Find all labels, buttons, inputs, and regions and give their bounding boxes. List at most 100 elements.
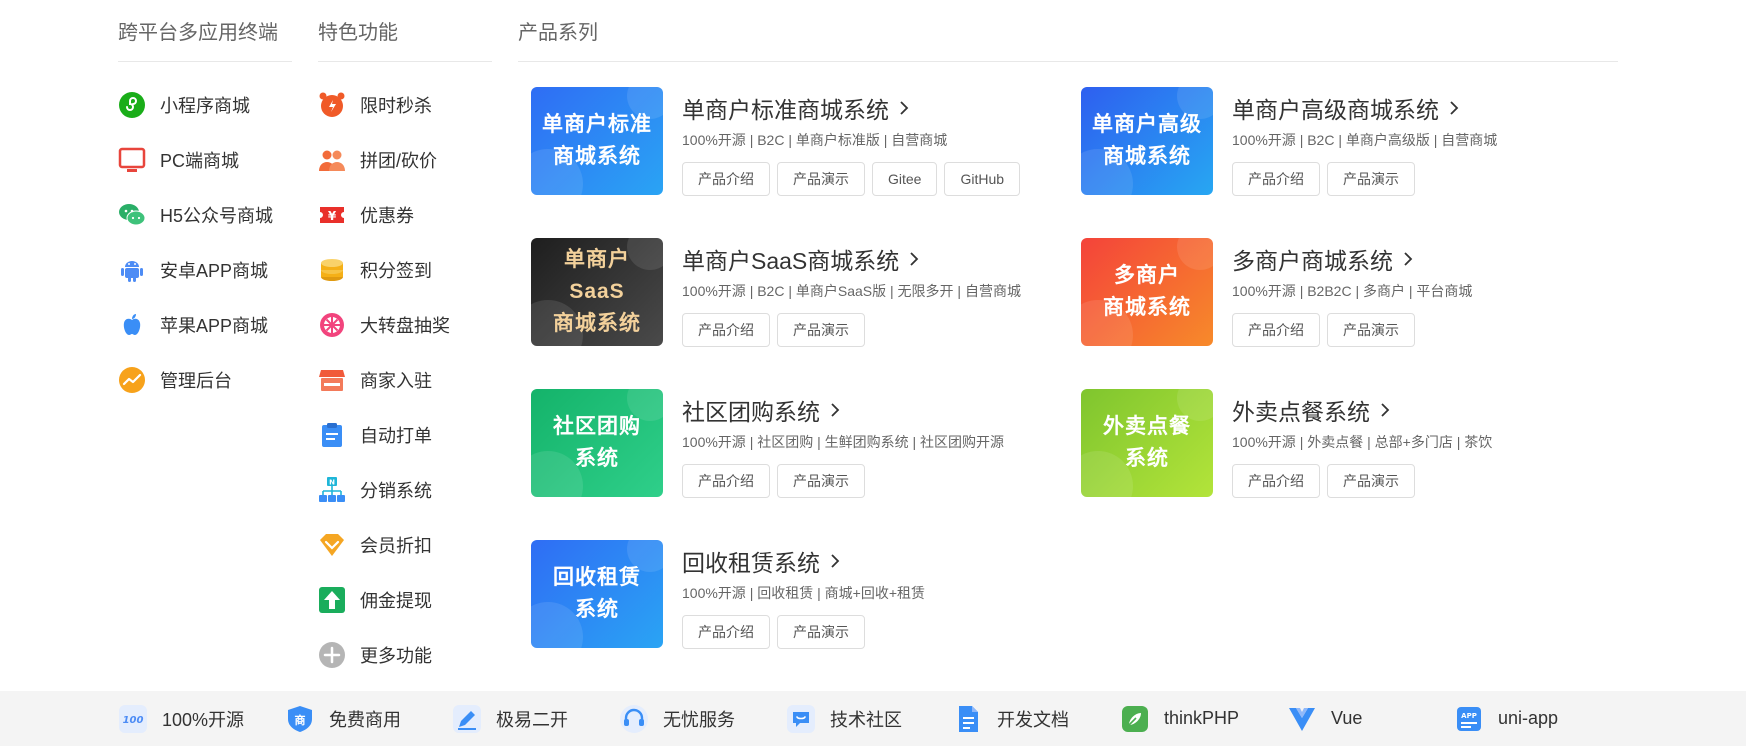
product-card-recycle-rental: 回收租赁 系统 回收租赁系统 100%开源 | 回收租赁 | 商城+回收+租赁 产… (518, 540, 1058, 650)
product-intro-button[interactable]: 产品介绍 (682, 615, 770, 649)
footer-item-vue[interactable]: Vue (1287, 691, 1362, 746)
product-title-link[interactable]: 单商户标准商城系统 (682, 93, 1027, 123)
footer-item-thinkphp[interactable]: thinkPHP (1120, 691, 1239, 746)
product-thumb[interactable]: 单商户标准 商城系统 (531, 87, 663, 195)
product-title: 多商户商城系统 (1232, 248, 1393, 274)
product-thumb[interactable]: 回收租赁 系统 (531, 540, 663, 648)
feature-item-withdraw[interactable]: 佣金提现 (318, 572, 492, 627)
product-desc: 100%开源 | B2B2C | 多商户 | 平台商城 (1232, 283, 1473, 299)
platform-item-h5[interactable]: H5公众号商城 (118, 187, 292, 242)
feature-item-points[interactable]: 积分签到 (318, 242, 492, 297)
platform-label: 管理后台 (160, 370, 232, 391)
product-demo-button[interactable]: 产品演示 (1327, 162, 1415, 196)
footer-item-community[interactable]: 技术社区 (786, 691, 902, 746)
product-demo-button[interactable]: 产品演示 (1327, 464, 1415, 498)
plus-circle-icon (318, 641, 346, 669)
dashboard-icon (118, 366, 146, 394)
product-thumb[interactable]: 多商户 商城系统 (1081, 238, 1213, 346)
platform-item-android[interactable]: 安卓APP商城 (118, 242, 292, 297)
footer-item-open-source[interactable]: 100 100%开源 (118, 691, 244, 746)
product-title: 单商户高级商城系统 (1232, 97, 1439, 123)
mini-program-icon (118, 91, 146, 119)
product-demo-button[interactable]: 产品演示 (777, 615, 865, 649)
feature-item-member-discount[interactable]: 会员折扣 (318, 517, 492, 572)
platform-item-pc[interactable]: PC端商城 (118, 132, 292, 187)
thumb-line: 单商户SaaS (564, 248, 630, 303)
footer-label: 极易二开 (496, 709, 568, 730)
gitee-button[interactable]: Gitee (872, 162, 938, 196)
footer-label: 技术社区 (830, 709, 902, 730)
product-card-takeout: 外卖点餐 系统 外卖点餐系统 100%开源 | 外卖点餐 | 总部+多门店 | 茶… (1068, 389, 1608, 499)
product-card-saas: 单商户SaaS 商城系统 单商户SaaS商城系统 100%开源 | B2C | 单… (518, 238, 1058, 348)
product-intro-button[interactable]: 产品介绍 (682, 313, 770, 347)
footer-item-uni-app[interactable]: APP uni-app (1454, 691, 1558, 746)
chat-icon (786, 704, 816, 734)
product-title-link[interactable]: 多商户商城系统 (1232, 244, 1472, 274)
product-desc: 100%开源 | B2C | 单商户SaaS版 | 无限多开 | 自营商城 (682, 283, 1021, 299)
platforms-heading: 跨平台多应用终端 (118, 0, 292, 62)
platform-item-admin[interactable]: 管理后台 (118, 352, 292, 407)
feature-item-group-buy[interactable]: 拼团/砍价 (318, 132, 492, 187)
feature-label: 拼团/砍价 (360, 150, 438, 171)
product-title-link[interactable]: 回收租赁系统 (682, 546, 925, 576)
svg-text:商: 商 (295, 713, 306, 727)
monitor-icon (118, 146, 146, 174)
feature-item-coupon[interactable]: ¥ 优惠券 (318, 187, 492, 242)
chevron-right-icon (831, 403, 840, 417)
chevron-right-icon (831, 554, 840, 568)
network-icon: N (318, 476, 346, 504)
product-thumb[interactable]: 单商户SaaS 商城系统 (531, 238, 663, 346)
product-intro-button[interactable]: 产品介绍 (1232, 313, 1320, 347)
product-intro-button[interactable]: 产品介绍 (1232, 162, 1320, 196)
features-list: 限时秒杀 拼团/砍价 ¥ 优惠券 积分签到 大转盘抽奖 商家入驻 自动打单 N … (318, 62, 492, 682)
product-demo-button[interactable]: 产品演示 (1327, 313, 1415, 347)
feature-item-auto-print[interactable]: 自动打单 (318, 407, 492, 462)
feature-label: 大转盘抽奖 (360, 315, 450, 336)
platform-item-mini-program[interactable]: 小程序商城 (118, 77, 292, 132)
platform-label: PC端商城 (160, 150, 240, 171)
chevron-right-icon (910, 252, 919, 266)
product-title-link[interactable]: 社区团购系统 (682, 395, 1004, 425)
footer-item-docs[interactable]: 开发文档 (953, 691, 1069, 746)
products-heading: 产品系列 (518, 0, 1618, 62)
headset-icon (619, 704, 649, 734)
product-title-link[interactable]: 外卖点餐系统 (1232, 395, 1492, 425)
product-desc: 100%开源 | 回收租赁 | 商城+回收+租赁 (682, 585, 925, 601)
thumb-line: 系统 (575, 447, 619, 470)
github-button[interactable]: GitHub (944, 162, 1021, 196)
product-desc: 100%开源 | 外卖点餐 | 总部+多门店 | 茶饮 (1232, 434, 1493, 450)
footer-item-easy-dev[interactable]: 极易二开 (452, 691, 568, 746)
chevron-right-icon (1450, 101, 1459, 115)
feature-item-merchant[interactable]: 商家入驻 (318, 352, 492, 407)
pen-icon (452, 704, 482, 734)
thumb-line: 单商户标准 (542, 113, 652, 136)
feature-item-more[interactable]: 更多功能 (318, 627, 492, 682)
product-title-link[interactable]: 单商户SaaS商城系统 (682, 244, 1021, 274)
product-demo-button[interactable]: 产品演示 (777, 464, 865, 498)
product-demo-button[interactable]: 产品演示 (777, 162, 865, 196)
store-icon (318, 366, 346, 394)
product-title-link[interactable]: 单商户高级商城系统 (1232, 93, 1497, 123)
product-thumb[interactable]: 社区团购 系统 (531, 389, 663, 497)
feature-item-flash-sale[interactable]: 限时秒杀 (318, 77, 492, 132)
chevron-right-icon (900, 101, 909, 115)
footer-label: 免费商用 (329, 709, 401, 730)
footer-item-free-commercial[interactable]: 商 免费商用 (285, 691, 401, 746)
chevron-right-icon (1381, 403, 1390, 417)
product-desc: 100%开源 | B2C | 单商户标准版 | 自营商城 (682, 132, 948, 148)
platforms-column: 跨平台多应用终端 小程序商城 PC端商城 H5公众号商城 安卓APP商城 苹果A… (118, 0, 292, 407)
thumb-line: 系统 (1125, 447, 1169, 470)
feature-item-distribution[interactable]: N 分销系统 (318, 462, 492, 517)
product-title: 回收租赁系统 (682, 550, 820, 576)
product-demo-button[interactable]: 产品演示 (777, 313, 865, 347)
vue-icon (1287, 704, 1317, 734)
product-intro-button[interactable]: 产品介绍 (682, 464, 770, 498)
platform-item-ios[interactable]: 苹果APP商城 (118, 297, 292, 352)
platform-label: 安卓APP商城 (160, 260, 269, 281)
footer-item-service[interactable]: 无忧服务 (619, 691, 735, 746)
product-intro-button[interactable]: 产品介绍 (1232, 464, 1320, 498)
product-intro-button[interactable]: 产品介绍 (682, 162, 770, 196)
product-thumb[interactable]: 外卖点餐 系统 (1081, 389, 1213, 497)
feature-item-lucky-wheel[interactable]: 大转盘抽奖 (318, 297, 492, 352)
product-thumb[interactable]: 单商户高级 商城系统 (1081, 87, 1213, 195)
